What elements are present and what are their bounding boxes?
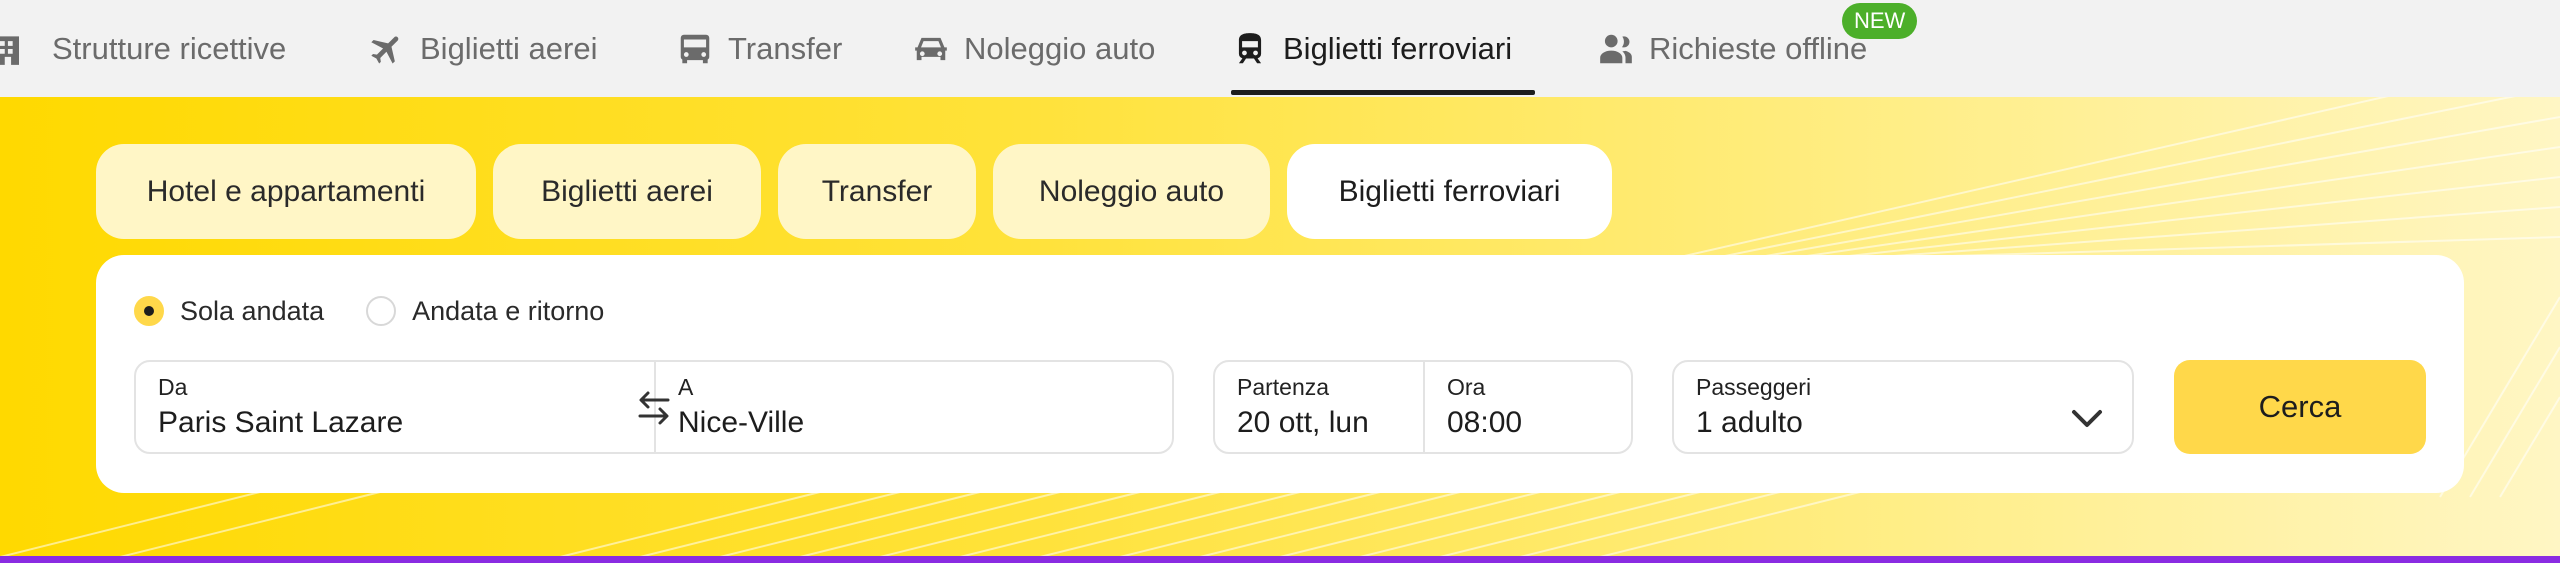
nav-item-car-rental[interactable]: Noleggio auto bbox=[912, 0, 1155, 97]
tab-flights[interactable]: Biglietti aerei bbox=[493, 144, 761, 239]
nav-item-label: Biglietti aerei bbox=[420, 30, 598, 66]
round-trip-label: Andata e ritorno bbox=[412, 295, 605, 326]
nav-item-accommodations[interactable]: Strutture ricettive bbox=[0, 0, 286, 97]
nav-item-label: Biglietti ferroviari bbox=[1283, 30, 1513, 66]
nav-item-train-tickets[interactable]: Biglietti ferroviari bbox=[1231, 0, 1512, 97]
train-icon bbox=[1238, 32, 1262, 63]
nav-item-offline-requests[interactable]: Richieste offline bbox=[1597, 0, 1867, 97]
search-button[interactable]: Cerca bbox=[2174, 360, 2426, 454]
top-navigation: Strutture ricettive Biglietti aerei Tran… bbox=[0, 0, 2560, 97]
departure-field[interactable]: Partenza 20 ott, lun bbox=[1215, 362, 1423, 452]
hotel-icon bbox=[0, 35, 19, 65]
shuttle-icon bbox=[680, 34, 710, 63]
to-label: A bbox=[678, 374, 694, 400]
time-field[interactable]: Ora 08:00 bbox=[1425, 362, 1631, 452]
new-badge: NEW bbox=[1842, 3, 1918, 39]
datetime-fields: Partenza 20 ott, lun Ora 08:00 bbox=[1213, 360, 1633, 454]
nav-item-label: Richieste offline bbox=[1649, 30, 1868, 66]
from-field[interactable]: Da Paris Saint Lazare bbox=[136, 362, 654, 452]
time-value: 08:00 bbox=[1447, 406, 1523, 439]
to-value: Nice-Ville bbox=[678, 406, 805, 439]
active-nav-indicator bbox=[1231, 90, 1535, 95]
departure-label: Partenza bbox=[1237, 374, 1330, 400]
nav-item-transfer[interactable]: Transfer bbox=[676, 0, 842, 97]
car-icon bbox=[915, 37, 947, 60]
to-field[interactable]: A Nice-Ville bbox=[656, 362, 1172, 452]
tab-hotels[interactable]: Hotel e appartamenti bbox=[96, 144, 476, 239]
tab-transfer[interactable]: Transfer bbox=[778, 144, 976, 239]
swap-direction-icon[interactable] bbox=[632, 388, 676, 428]
nav-item-label: Noleggio auto bbox=[964, 30, 1156, 66]
passengers-label: Passeggeri bbox=[1696, 374, 1812, 400]
time-label: Ora bbox=[1447, 374, 1486, 400]
bottom-accent-line bbox=[0, 556, 2560, 563]
radio-unchecked-indicator[interactable] bbox=[366, 296, 397, 326]
nav-item-label: Transfer bbox=[728, 30, 843, 66]
chevron-down-icon[interactable] bbox=[2070, 408, 2104, 430]
from-value: Paris Saint Lazare bbox=[158, 406, 404, 439]
passengers-value: 1 adulto bbox=[1696, 406, 1803, 439]
departure-value: 20 ott, lun bbox=[1237, 406, 1369, 439]
tab-car-rental[interactable]: Noleggio auto bbox=[993, 144, 1270, 239]
airplane-icon bbox=[371, 36, 399, 64]
round-trip-radio[interactable]: Andata e ritorno bbox=[366, 296, 604, 327]
nav-item-flights[interactable]: Biglietti aerei bbox=[368, 0, 597, 97]
from-label: Da bbox=[158, 374, 188, 400]
passengers-field[interactable]: Passeggeri 1 adulto bbox=[1672, 360, 2134, 454]
one-way-radio[interactable]: Sola andata bbox=[134, 296, 324, 327]
radio-checked-indicator[interactable] bbox=[134, 296, 164, 326]
tab-train-tickets[interactable]: Biglietti ferroviari bbox=[1287, 144, 1612, 239]
one-way-label: Sola andata bbox=[180, 295, 325, 326]
trip-type-selector: Sola andata Andata e ritorno bbox=[134, 295, 646, 327]
offline-request-icon bbox=[1600, 34, 1632, 63]
nav-item-label: Strutture ricettive bbox=[52, 30, 287, 66]
